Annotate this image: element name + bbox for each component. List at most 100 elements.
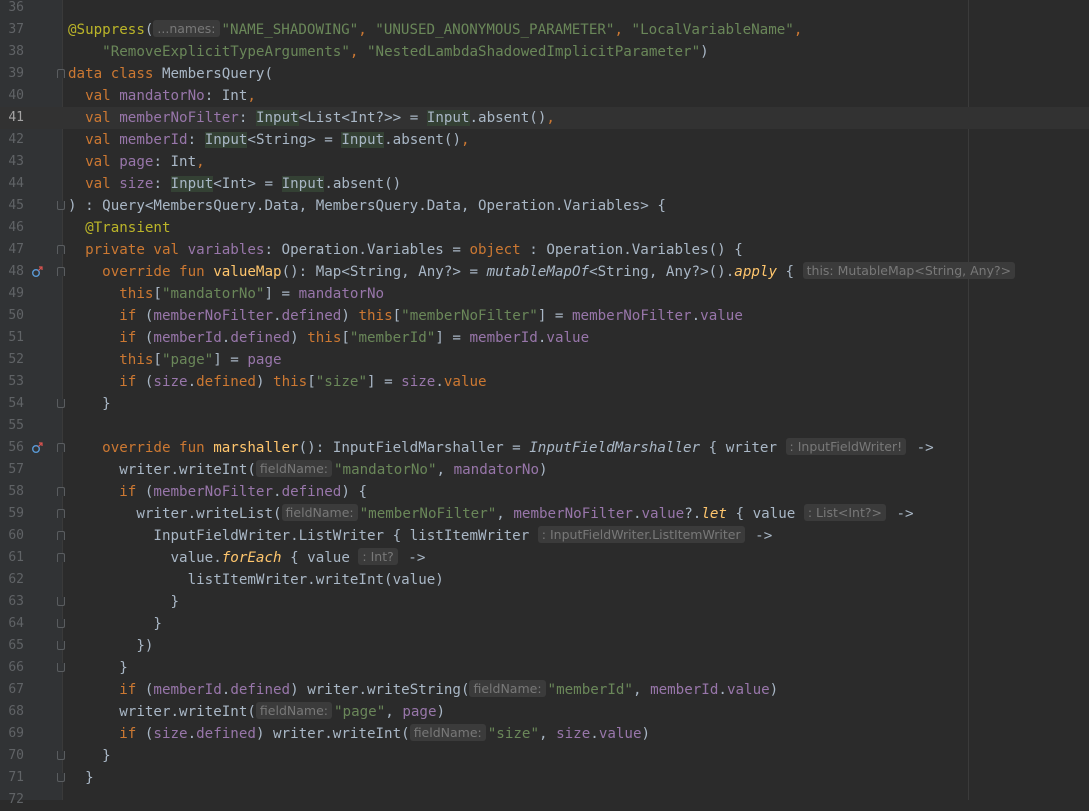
code-text[interactable]: this["mandatorNo"] = mandatorNo: [68, 283, 384, 305]
code-editor[interactable]: 36 37 @Suppress(...names: "NAME_SHADOWING",…: [0, 0, 1089, 811]
code-text[interactable]: val mandatorNo: Int,: [68, 85, 256, 107]
code-text[interactable]: if (size.defined) writer.writeInt(fieldN…: [68, 723, 650, 745]
line-number[interactable]: 64: [0, 613, 24, 635]
fold-marker-icon[interactable]: [57, 509, 65, 518]
line-number[interactable]: 53: [0, 371, 24, 393]
code-line[interactable]: 51 if (memberId.defined) this["memberId"…: [0, 327, 1089, 349]
line-number[interactable]: 61: [0, 547, 24, 569]
line-number[interactable]: 57: [0, 459, 24, 481]
code-text[interactable]: writer.writeList(fieldName: "memberNoFilt…: [68, 503, 914, 525]
fold-marker-icon[interactable]: [57, 773, 65, 782]
line-number[interactable]: 66: [0, 657, 24, 679]
fold-marker-icon[interactable]: [57, 619, 65, 628]
fold-marker-icon[interactable]: [57, 597, 65, 606]
line-number[interactable]: 63: [0, 591, 24, 613]
line-number[interactable]: 67: [0, 679, 24, 701]
fold-marker-icon[interactable]: [57, 531, 65, 540]
code-text[interactable]: this["page"] = page: [68, 349, 281, 371]
fold-marker-icon[interactable]: [57, 399, 65, 408]
code-line[interactable]: 65 }): [0, 635, 1089, 657]
code-text[interactable]: value.forEach { value : Int? ->: [68, 547, 425, 569]
code-line[interactable]: 42 val memberId: Input<String> = Input.a…: [0, 129, 1089, 151]
code-text[interactable]: listItemWriter.writeInt(value): [68, 569, 444, 591]
code-line[interactable]: 40 val mandatorNo: Int,: [0, 85, 1089, 107]
code-text[interactable]: data class MembersQuery(: [68, 63, 273, 85]
line-number[interactable]: 42: [0, 129, 24, 151]
line-number[interactable]: 68: [0, 701, 24, 723]
code-text[interactable]: if (size.defined) this["size"] = size.va…: [68, 371, 486, 393]
line-number[interactable]: 46: [0, 217, 24, 239]
fold-marker-icon[interactable]: [57, 663, 65, 672]
code-line[interactable]: 58 if (memberNoFilter.defined) {: [0, 481, 1089, 503]
line-number[interactable]: 49: [0, 283, 24, 305]
code-line[interactable]: 72: [0, 789, 1089, 811]
code-line[interactable]: 50 if (memberNoFilter.defined) this["mem…: [0, 305, 1089, 327]
code-text[interactable]: InputFieldWriter.ListWriter { listItemWr…: [68, 525, 772, 547]
code-line[interactable]: 66 }: [0, 657, 1089, 679]
override-marker-icon[interactable]: [31, 442, 43, 454]
line-number[interactable]: 41: [0, 107, 24, 129]
code-line[interactable]: 64 }: [0, 613, 1089, 635]
line-number[interactable]: 48: [0, 261, 24, 283]
line-number[interactable]: 50: [0, 305, 24, 327]
code-text[interactable]: override fun marshaller(): InputFieldMar…: [68, 437, 934, 459]
code-line[interactable]: 67 if (memberId.defined) writer.writeStr…: [0, 679, 1089, 701]
code-line[interactable]: 55: [0, 415, 1089, 437]
code-text[interactable]: }: [68, 657, 128, 679]
code-text[interactable]: }): [68, 635, 153, 657]
code-line[interactable]: 39 data class MembersQuery(: [0, 63, 1089, 85]
code-text[interactable]: "RemoveExplicitTypeArguments", "NestedLa…: [68, 41, 708, 63]
code-line[interactable]: 37 @Suppress(...names: "NAME_SHADOWING", "…: [0, 19, 1089, 41]
code-line[interactable]: 43 val page: Int,: [0, 151, 1089, 173]
code-text[interactable]: override fun valueMap(): Map<String, Any…: [68, 261, 1017, 283]
line-number[interactable]: 69: [0, 723, 24, 745]
code-text[interactable]: val page: Int,: [68, 151, 205, 173]
code-text[interactable]: }: [68, 613, 162, 635]
code-text[interactable]: if (memberId.defined) this["memberId"] =…: [68, 327, 589, 349]
code-line[interactable]: 60 InputFieldWriter.ListWriter { listIte…: [0, 525, 1089, 547]
code-text[interactable]: writer.writeInt(fieldName: "page", page): [68, 701, 445, 723]
code-line[interactable]: 48 override fun valueMap(): Map<String, …: [0, 261, 1089, 283]
code-text[interactable]: @Suppress(...names: "NAME_SHADOWING", "UN…: [68, 19, 802, 41]
fold-marker-icon[interactable]: [57, 267, 65, 276]
code-line[interactable]: 47 private val variables: Operation.Vari…: [0, 239, 1089, 261]
line-number[interactable]: 70: [0, 745, 24, 767]
code-text[interactable]: val size: Input<Int> = Input.absent(): [68, 173, 401, 195]
line-number[interactable]: 56: [0, 437, 24, 459]
fold-marker-icon[interactable]: [57, 201, 65, 210]
code-text[interactable]: private val variables: Operation.Variabl…: [68, 239, 743, 261]
fold-marker-icon[interactable]: [57, 245, 65, 254]
code-line[interactable]: 61 value.forEach { value : Int? ->: [0, 547, 1089, 569]
code-line[interactable]: 62 listItemWriter.writeInt(value): [0, 569, 1089, 591]
fold-marker-icon[interactable]: [57, 641, 65, 650]
line-number[interactable]: 54: [0, 393, 24, 415]
code-line[interactable]: 36: [0, 0, 1089, 19]
code-line[interactable]: 69 if (size.defined) writer.writeInt(fie…: [0, 723, 1089, 745]
line-number[interactable]: 44: [0, 173, 24, 195]
code-line[interactable]: 44 val size: Input<Int> = Input.absent(): [0, 173, 1089, 195]
line-number[interactable]: 71: [0, 767, 24, 789]
line-number[interactable]: 62: [0, 569, 24, 591]
code-text[interactable]: }: [68, 591, 179, 613]
line-number[interactable]: 65: [0, 635, 24, 657]
line-number[interactable]: 52: [0, 349, 24, 371]
code-line[interactable]: 53 if (size.defined) this["size"] = size…: [0, 371, 1089, 393]
line-number[interactable]: 59: [0, 503, 24, 525]
code-line[interactable]: 70 }: [0, 745, 1089, 767]
override-marker-icon[interactable]: [31, 266, 43, 278]
code-line[interactable]: 59 writer.writeList(fieldName: "memberNoF…: [0, 503, 1089, 525]
code-text[interactable]: val memberId: Input<String> = Input.abse…: [68, 129, 470, 151]
line-number[interactable]: 40: [0, 85, 24, 107]
code-text[interactable]: }: [68, 393, 111, 415]
line-number[interactable]: 58: [0, 481, 24, 503]
line-number[interactable]: 60: [0, 525, 24, 547]
fold-marker-icon[interactable]: [57, 443, 65, 452]
fold-marker-icon[interactable]: [57, 69, 65, 78]
code-line[interactable]: 41 val memberNoFilter: Input<List<Int?>>…: [0, 107, 1089, 129]
code-line[interactable]: 49 this["mandatorNo"] = mandatorNo: [0, 283, 1089, 305]
line-number[interactable]: 43: [0, 151, 24, 173]
code-text[interactable]: if (memberId.defined) writer.writeString…: [68, 679, 778, 701]
code-line[interactable]: 54 }: [0, 393, 1089, 415]
line-number[interactable]: 45: [0, 195, 24, 217]
code-line[interactable]: 68 writer.writeInt(fieldName: "page", pag…: [0, 701, 1089, 723]
